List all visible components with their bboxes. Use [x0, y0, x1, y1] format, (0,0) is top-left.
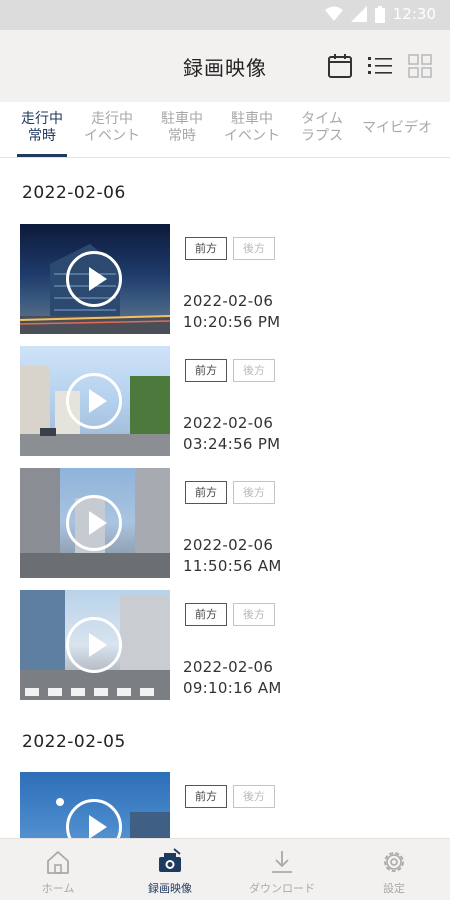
- rear-camera-badge[interactable]: 後方: [233, 785, 275, 808]
- recording-time: 09:10:16 AM: [183, 679, 282, 697]
- status-time: 12:30: [392, 5, 436, 23]
- bottom-nav: ホーム 録画映像 ダウンロード 設定: [0, 838, 450, 900]
- download-icon: [272, 851, 292, 873]
- nav-download-label: ダウンロード: [249, 882, 315, 895]
- tab-my-video[interactable]: マイビデオ: [357, 120, 437, 137]
- tab-parking-continuous[interactable]: 駐車中 常時: [147, 111, 217, 145]
- recording-date: 2022-02-06: [183, 292, 274, 310]
- nav-home-label: ホーム: [41, 882, 75, 895]
- list-view-icon[interactable]: [366, 52, 394, 80]
- recording-time: 11:50:56 AM: [183, 557, 282, 575]
- dashcam-icon: [159, 848, 181, 872]
- wifi-icon: [324, 6, 343, 21]
- rear-camera-badge[interactable]: 後方: [233, 237, 275, 260]
- battery-icon: [374, 5, 385, 23]
- recording-date: 2022-02-06: [183, 658, 274, 676]
- front-camera-badge[interactable]: 前方: [185, 481, 227, 504]
- tab-timelapse[interactable]: タイム ラプス: [287, 111, 357, 145]
- nav-recordings[interactable]: 録画映像: [114, 839, 226, 900]
- rear-camera-badge[interactable]: 後方: [233, 603, 275, 626]
- front-camera-badge[interactable]: 前方: [185, 359, 227, 382]
- recording-time: 10:20:56 PM: [183, 313, 281, 331]
- video-thumbnail[interactable]: [20, 346, 170, 456]
- video-thumbnail[interactable]: [20, 224, 170, 334]
- recording-date: 2022-02-06: [183, 536, 274, 554]
- front-camera-badge[interactable]: 前方: [185, 237, 227, 260]
- active-tab-indicator: [17, 154, 67, 157]
- nav-settings-label: 設定: [383, 882, 405, 895]
- front-camera-badge[interactable]: 前方: [185, 785, 227, 808]
- play-icon[interactable]: [66, 495, 122, 551]
- recording-date: 2022-02-06: [183, 414, 274, 432]
- settings-icon: [384, 852, 404, 872]
- nav-download[interactable]: ダウンロード: [226, 839, 338, 900]
- play-icon[interactable]: [66, 251, 122, 307]
- tab-driving-continuous[interactable]: 走行中 常時: [7, 111, 77, 145]
- category-tabs: 走行中 常時 走行中 イベント 駐車中 常時 駐車中 イベント タイム ラプス …: [0, 102, 450, 158]
- play-icon[interactable]: [66, 617, 122, 673]
- video-thumbnail[interactable]: [20, 772, 170, 838]
- calendar-icon[interactable]: [326, 52, 354, 80]
- date-header: 2022-02-05: [22, 732, 126, 752]
- video-thumbnail[interactable]: [20, 468, 170, 578]
- front-camera-badge[interactable]: 前方: [185, 603, 227, 626]
- nav-home[interactable]: ホーム: [2, 839, 114, 900]
- rear-camera-badge[interactable]: 後方: [233, 359, 275, 382]
- tab-driving-event[interactable]: 走行中 イベント: [77, 111, 147, 145]
- tab-parking-event[interactable]: 駐車中 イベント: [217, 111, 287, 145]
- signal-icon: [350, 6, 367, 22]
- rear-camera-badge[interactable]: 後方: [233, 481, 275, 504]
- play-icon[interactable]: [66, 373, 122, 429]
- home-icon: [47, 851, 69, 874]
- date-header: 2022-02-06: [22, 183, 126, 203]
- grid-view-icon[interactable]: [406, 52, 434, 80]
- nav-recordings-label: 録画映像: [148, 882, 192, 895]
- app-bar: 録画映像: [0, 30, 450, 102]
- nav-settings[interactable]: 設定: [338, 839, 450, 900]
- status-bar: 12:30: [0, 0, 450, 30]
- recording-list: 2022-02-06 前方 後方 2022-02-06 10:20:56 PM …: [0, 158, 450, 838]
- video-thumbnail[interactable]: [20, 590, 170, 700]
- recording-time: 03:24:56 PM: [183, 435, 281, 453]
- status-icons: 12:30: [324, 5, 436, 23]
